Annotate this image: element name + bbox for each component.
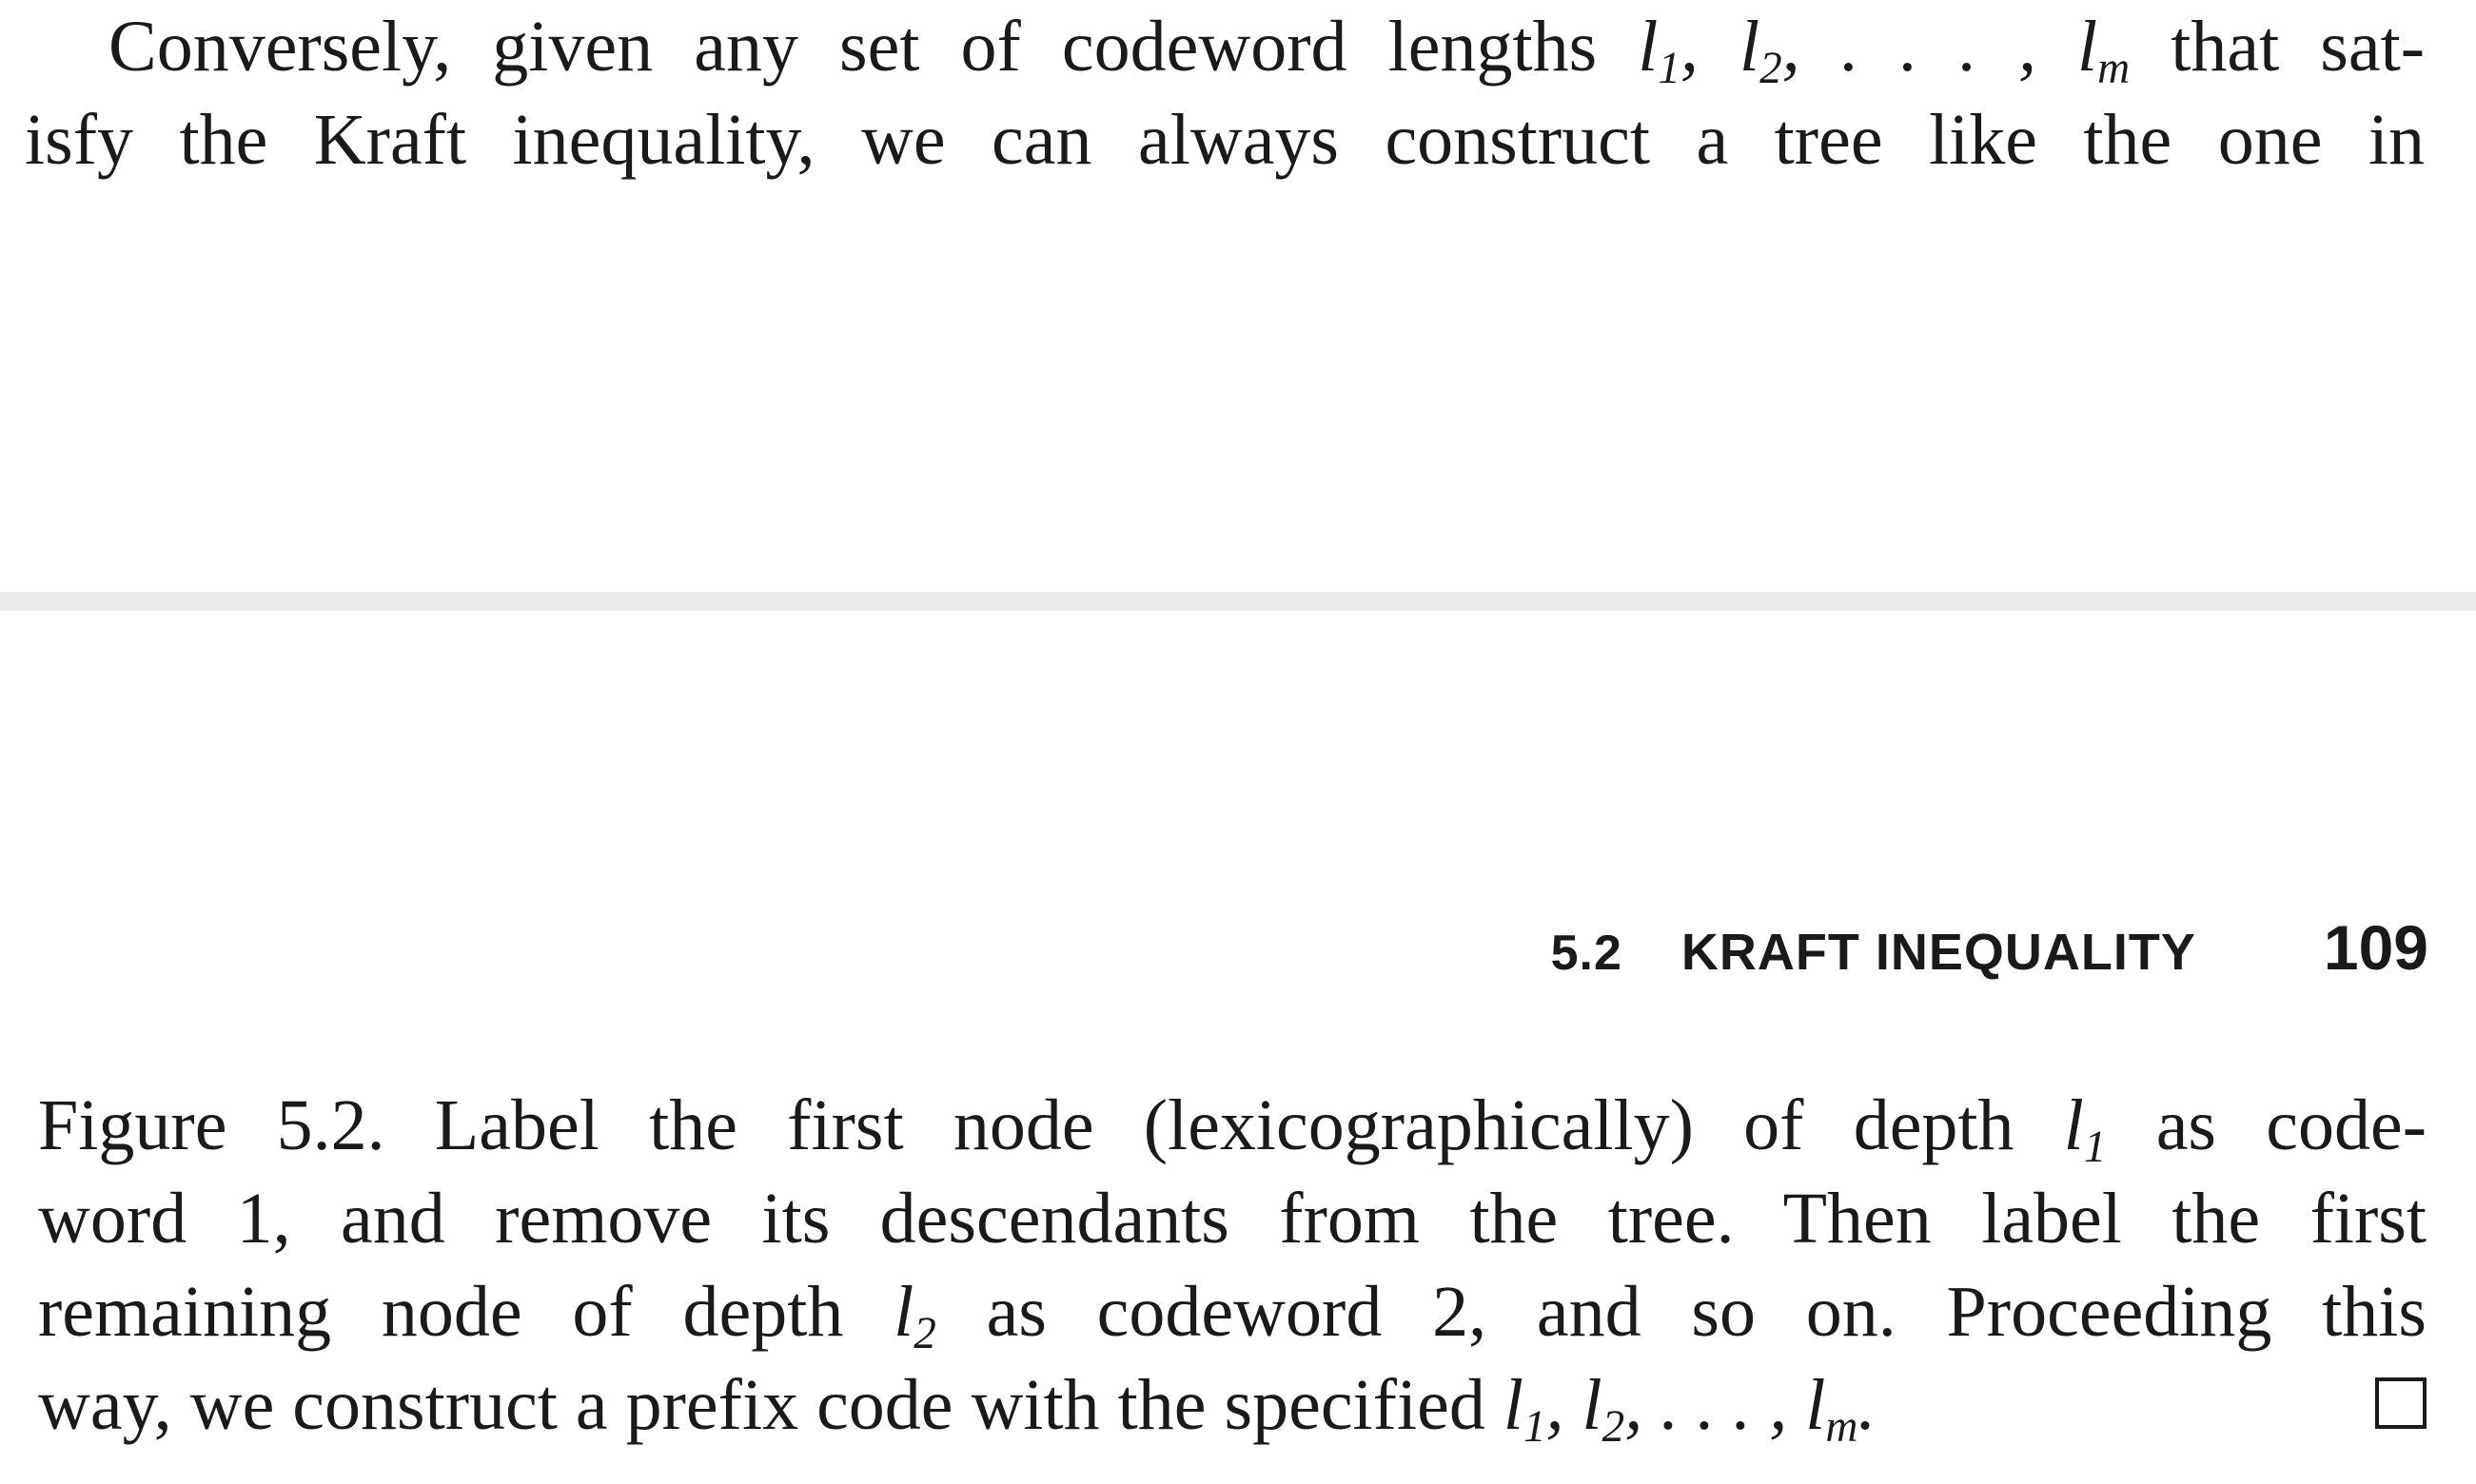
paragraph-line: isfy the Kraft inequality, we can always…	[25, 100, 2425, 180]
math-lengths: l1, l2, . . . , lm	[1638, 7, 2131, 94]
section-title: KRAFT INEQUALITY	[1680, 924, 2196, 981]
text-run: as codeword 2, and so on. Proceeding thi…	[986, 1272, 2427, 1352]
page-divider	[0, 592, 2476, 611]
body-paragraph: Conversely, given any set of codeword le…	[25, 0, 2425, 186]
math-lengths: l1, l2, . . . , lm.	[1503, 1365, 1877, 1453]
text-run: way, we construct a prefix code with the…	[38, 1365, 1485, 1445]
caption-line: word 1, and remove its descendants from …	[38, 1179, 2427, 1259]
text-run: that sat-	[2171, 7, 2426, 87]
qed-square-icon	[2375, 1377, 2427, 1429]
page-number: 109	[2323, 912, 2428, 983]
paragraph-line: Conversely, given any set of codeword le…	[25, 0, 2425, 93]
caption-line: way, we construct a prefix code with the…	[38, 1358, 2427, 1452]
text-run: remaining node of depth	[38, 1272, 844, 1352]
math-l2: l2	[894, 1272, 936, 1359]
text-run: Figure 5.2. Label the first node (lexico…	[38, 1085, 2014, 1165]
caption-line: remaining node of depth l2 as codeword 2…	[38, 1265, 2427, 1358]
figure-caption: Figure 5.2. Label the first node (lexico…	[38, 1079, 2427, 1452]
text-run: as code-	[2155, 1085, 2427, 1165]
math-l1: l1	[2063, 1085, 2107, 1173]
caption-line: Figure 5.2. Label the first node (lexico…	[38, 1079, 2427, 1172]
section-number: 5.2	[1550, 926, 1622, 981]
text-run: Conversely, given any set of codeword le…	[108, 7, 1598, 87]
running-head: 5.2 KRAFT INEQUALITY 109	[1551, 911, 2428, 987]
